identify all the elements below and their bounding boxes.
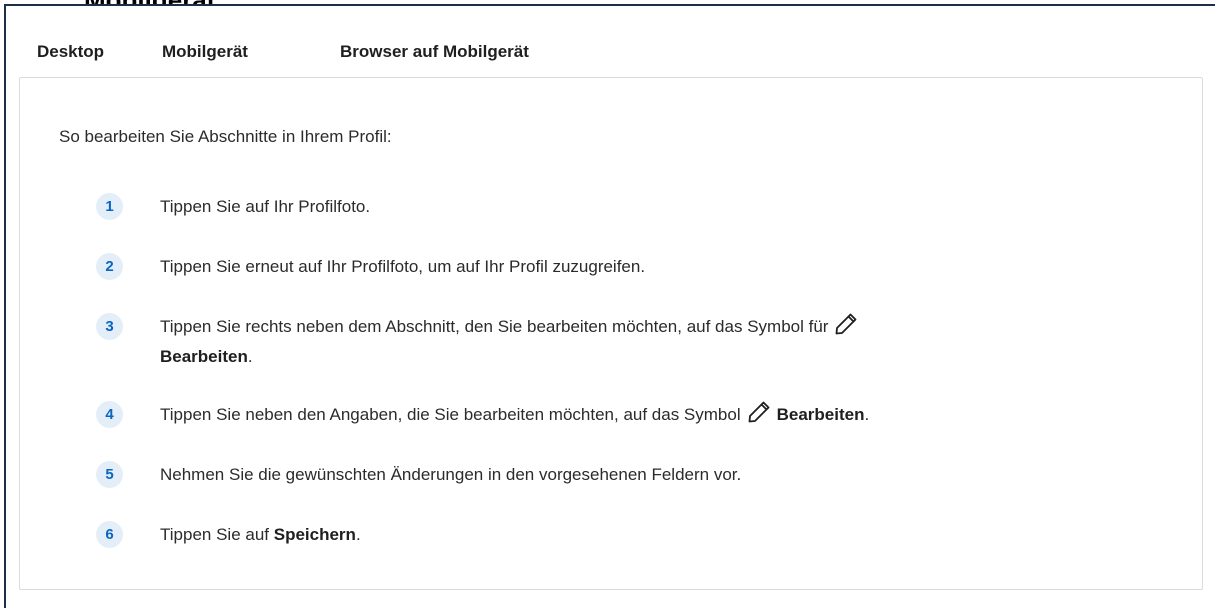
intro-text: So bearbeiten Sie Abschnitte in Ihrem Pr… — [59, 127, 392, 146]
step-bold-keyword: Speichern — [273, 525, 356, 544]
step-number-badge: 1 — [96, 193, 123, 220]
step-number-badge: 2 — [96, 253, 123, 280]
step-text: Nehmen Sie die gewünschten Änderungen in… — [160, 465, 742, 484]
step-text-part: . — [864, 405, 870, 424]
step-number-badge: 3 — [96, 313, 123, 340]
step-3: 3 Tippen Sie rechts neben dem Abschnitt,… — [96, 312, 1176, 372]
step-number-badge: 4 — [96, 401, 123, 428]
step-text: Tippen Sie auf Ihr Profilfoto. — [160, 197, 371, 216]
step-4: 4 Tippen Sie neben den Angaben, die Sie … — [96, 400, 1176, 430]
instructions-panel: So bearbeiten Sie Abschnitte in Ihrem Pr… — [19, 77, 1203, 590]
step-bold-keyword: Bearbeiten — [160, 347, 248, 366]
tab-mobile[interactable]: Mobilgerät — [150, 38, 340, 80]
step-1: 1 Tippen Sie auf Ihr Profilfoto. — [96, 192, 1176, 222]
tab-mobile-browser[interactable]: Browser auf Mobilgerät — [340, 38, 600, 80]
step-text-part: . — [355, 525, 361, 544]
step-text: Tippen Sie auf Speichern. — [160, 520, 361, 550]
steps-list: 1 Tippen Sie auf Ihr Profilfoto. 2 Tippe… — [96, 192, 1176, 580]
pencil-icon — [836, 313, 857, 335]
step-text-part: Tippen Sie neben den Angaben, die Sie be… — [160, 405, 741, 424]
step-text-part: Tippen Sie auf — [160, 525, 269, 544]
tab-desktop[interactable]: Desktop — [37, 38, 162, 80]
step-text-part: . — [247, 347, 253, 366]
step-text: Tippen Sie rechts neben dem Abschnitt, d… — [160, 312, 864, 372]
step-number-badge: 5 — [96, 461, 123, 488]
step-5: 5 Nehmen Sie die gewünschten Änderungen … — [96, 460, 1176, 490]
step-bold-keyword: Bearbeiten — [776, 405, 865, 424]
step-6: 6 Tippen Sie auf Speichern. — [96, 520, 1176, 550]
step-text-part: Tippen Sie rechts neben dem Abschnitt, d… — [160, 317, 829, 336]
step-text: Tippen Sie erneut auf Ihr Profilfoto, um… — [160, 257, 646, 276]
step-text: Tippen Sie neben den Angaben, die Sie be… — [160, 400, 869, 430]
pencil-icon — [748, 401, 770, 423]
step-number-badge: 6 — [96, 521, 123, 548]
step-2: 2 Tippen Sie erneut auf Ihr Profilfoto, … — [96, 252, 1176, 282]
